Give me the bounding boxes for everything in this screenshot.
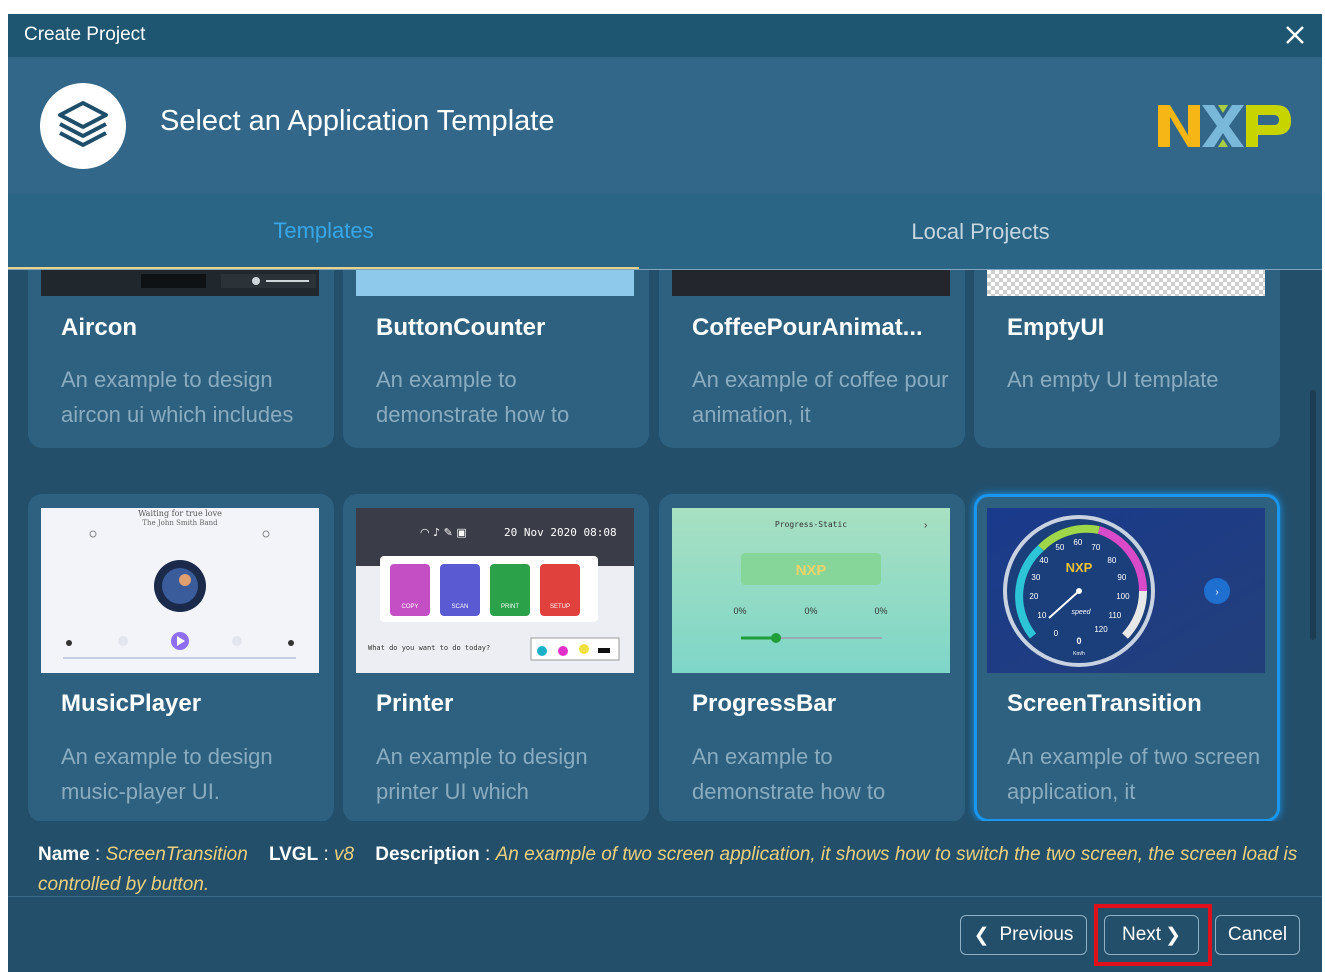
template-description: An example to demonstrate how to <box>692 744 886 804</box>
chevron-left-icon: ❮ <box>973 924 990 946</box>
progress-value-3: 0% <box>874 606 887 616</box>
info-name-value: ScreenTransition <box>105 844 248 865</box>
printer-datetime: 20 Nov 2020 08:08 <box>504 526 617 539</box>
printer-label-copy: COPY <box>401 604 418 610</box>
template-name: Printer <box>376 690 454 717</box>
svg-text:NXP: NXP <box>796 562 827 579</box>
printer-label-scan: SCAN <box>452 604 469 610</box>
previous-button[interactable]: ❮ Previous <box>960 915 1087 955</box>
template-card-screentransition[interactable]: 0 10 20 30 40 50 60 70 80 90 100 110 120 <box>974 494 1280 821</box>
gauge-tick-50: 50 <box>1055 543 1064 552</box>
template-description: An empty UI template <box>1007 367 1219 392</box>
template-description: An example to design aircon ui which inc… <box>61 367 294 427</box>
svg-text:NXP: NXP <box>1066 560 1093 575</box>
progress-value-2: 0% <box>804 606 817 616</box>
next-button-highlight <box>1094 904 1212 966</box>
template-card-aircon[interactable]: Aircon An example to design aircon ui wh… <box>28 270 334 448</box>
template-description: An example to design printer UI which <box>376 744 588 804</box>
buttoncounter-thumbnail <box>356 270 634 296</box>
aircon-thumbnail <box>41 270 319 296</box>
info-lvgl-label: LVGL <box>268 844 319 865</box>
music-song-title: Waiting for true love <box>138 509 222 518</box>
gauge-tick-90: 90 <box>1117 573 1126 582</box>
gauge-tick-110: 110 <box>1109 611 1122 620</box>
info-description-label: Description <box>375 844 480 865</box>
close-icon[interactable] <box>1280 20 1310 50</box>
tab-bar: Templates Local Projects <box>8 194 1322 270</box>
gauge-tick-100: 100 <box>1116 592 1130 601</box>
gauge-value: 0 <box>1076 636 1081 646</box>
tab-templates[interactable]: Templates <box>8 194 639 269</box>
svg-text:›: › <box>924 520 927 531</box>
template-card-coffeepouranimation[interactable]: CoffeePourAnimat... An example of coffee… <box>659 270 965 448</box>
emptyui-thumbnail <box>987 270 1265 296</box>
nxp-logo <box>1158 105 1291 147</box>
grid-scrollbar[interactable] <box>1310 390 1316 640</box>
music-artist: The John Smith Band <box>142 519 218 527</box>
svg-text:›: › <box>1215 587 1218 598</box>
footer-divider <box>8 896 1322 897</box>
progressbar-thumbnail: Progress-Static › NXP 0% 0% 0% <box>672 508 950 673</box>
template-name: CoffeePourAnimat... <box>692 314 923 341</box>
gauge-tick-60: 60 <box>1073 538 1082 547</box>
gauge-tick-10: 10 <box>1037 611 1046 620</box>
gauge-tick-20: 20 <box>1029 592 1038 601</box>
printer-label-setup: SETUP <box>550 604 570 610</box>
musicplayer-thumbnail: Waiting for true love The John Smith Ban… <box>41 508 319 673</box>
progress-title: Progress-Static <box>775 520 847 529</box>
template-name: ProgressBar <box>692 690 837 717</box>
gauge-unit: Km/h <box>1073 651 1085 657</box>
cancel-button[interactable]: Cancel <box>1215 915 1300 955</box>
dialog-header: Select an Application Template <box>8 57 1322 194</box>
template-description: An example of two screen application, it <box>1007 744 1261 804</box>
template-grid: Aircon An example to design aircon ui wh… <box>8 270 1322 821</box>
coffeepour-thumbnail <box>672 270 950 296</box>
create-project-dialog: Create Project Select an Application Tem… <box>8 14 1322 972</box>
previous-label: Previous <box>999 924 1074 945</box>
template-card-progressbar[interactable]: Progress-Static › NXP 0% 0% 0% ProgressB… <box>659 494 965 821</box>
template-name: Aircon <box>61 314 138 341</box>
progress-value-1: 0% <box>733 606 746 616</box>
title-bar: Create Project <box>8 14 1322 57</box>
gauge-label: speed <box>1071 609 1091 616</box>
gauge-tick-30: 30 <box>1031 573 1040 582</box>
svg-text:◠ ♪ ✎ ▣: ◠ ♪ ✎ ▣ <box>420 526 467 539</box>
template-description: An example of coffee pour animation, it <box>692 367 949 427</box>
printer-question: What do you want to do today? <box>368 644 490 652</box>
window-title: Create Project <box>24 24 146 45</box>
page-heading: Select an Application Template <box>160 105 555 137</box>
template-card-musicplayer[interactable]: Waiting for true love The John Smith Ban… <box>28 494 334 821</box>
info-name-label: Name <box>38 844 90 865</box>
printer-thumbnail: ◠ ♪ ✎ ▣ 20 Nov 2020 08:08 COPY SCAN PRIN… <box>356 508 634 673</box>
info-lvgl-value: v8 <box>334 844 355 865</box>
screentransition-thumbnail: 0 10 20 30 40 50 60 70 80 90 100 110 120 <box>987 508 1265 673</box>
template-card-printer[interactable]: ◠ ♪ ✎ ▣ 20 Nov 2020 08:08 COPY SCAN PRIN… <box>343 494 649 821</box>
gauge-tick-70: 70 <box>1091 543 1100 552</box>
template-card-emptyui[interactable]: EmptyUI An empty UI template <box>974 270 1280 448</box>
template-name: EmptyUI <box>1007 314 1105 341</box>
template-description: An example to demonstrate how to <box>376 367 570 427</box>
gauge-tick-120: 120 <box>1094 625 1108 634</box>
template-description: An example to design music-player UI. <box>61 744 273 804</box>
template-name: ButtonCounter <box>376 314 546 341</box>
template-card-buttoncounter[interactable]: ButtonCounter An example to demonstrate … <box>343 270 649 448</box>
gauge-tick-40: 40 <box>1039 556 1048 565</box>
template-name: ScreenTransition <box>1007 690 1202 717</box>
template-info: Name : ScreenTransition LVGL : v8 Descri… <box>38 844 1298 895</box>
layers-icon <box>40 83 126 169</box>
gauge-tick-80: 80 <box>1107 556 1116 565</box>
printer-label-print: PRINT <box>501 604 519 610</box>
tab-local-projects[interactable]: Local Projects <box>639 194 1322 269</box>
gauge-tick-0: 0 <box>1054 629 1059 638</box>
template-name: MusicPlayer <box>61 690 202 717</box>
